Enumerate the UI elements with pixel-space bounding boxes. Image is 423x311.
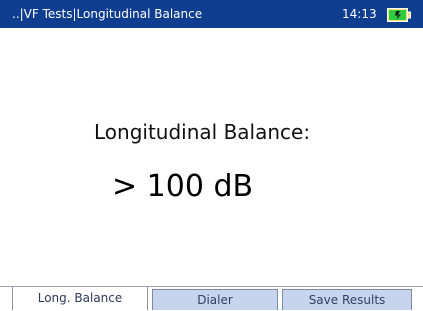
title-bar: ..|VF Tests|Longitudinal Balance 14:13	[0, 0, 423, 28]
tab-dialer[interactable]: Dialer	[152, 289, 278, 310]
measurement-value: > 100 dB	[112, 169, 254, 204]
tab-save-results[interactable]: Save Results	[282, 289, 412, 310]
clock: 14:13	[342, 7, 377, 21]
breadcrumb-title: ..|VF Tests|Longitudinal Balance	[12, 7, 203, 21]
device-screen: ..|VF Tests|Longitudinal Balance 14:13 L…	[0, 0, 423, 310]
battery-charging-icon	[387, 7, 411, 22]
tab-bar: Long. Balance Dialer Save Results	[0, 286, 423, 310]
tab-long-balance[interactable]: Long. Balance	[12, 287, 148, 310]
measurement-label: Longitudinal Balance:	[94, 120, 311, 144]
result-panel: Longitudinal Balance: > 100 dB	[0, 28, 423, 286]
